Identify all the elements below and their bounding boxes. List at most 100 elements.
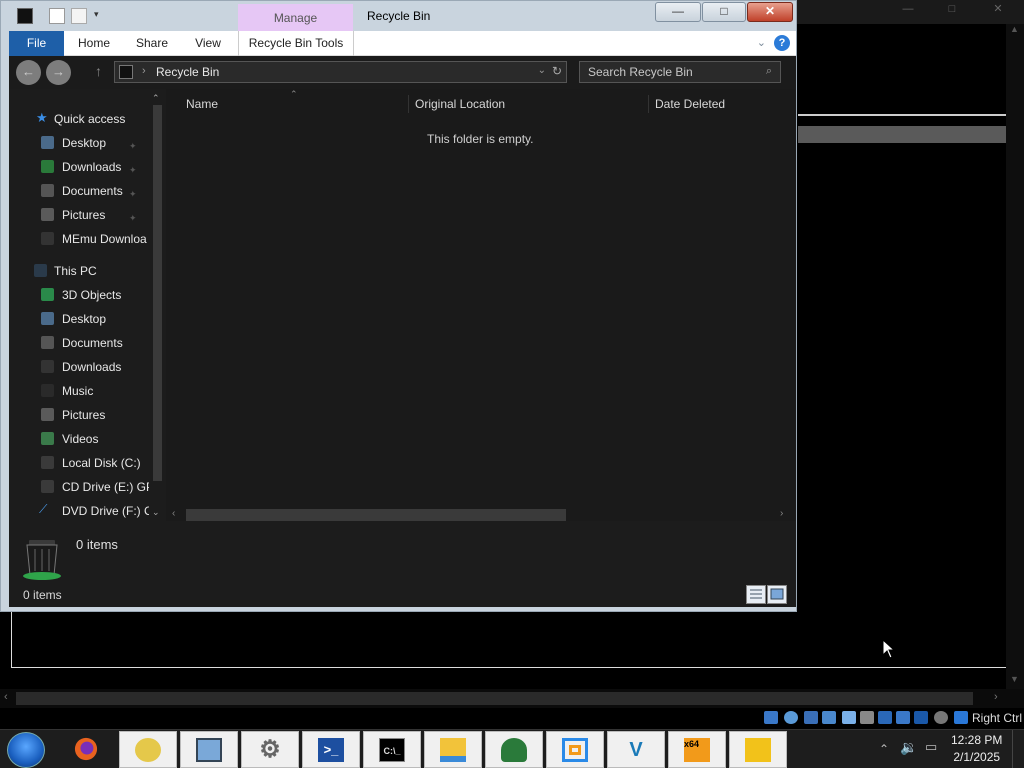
scroll-left-icon[interactable]: ‹ (4, 691, 8, 703)
taskbar-powershell[interactable]: >_ (302, 731, 360, 768)
sidebar-item-quick-access[interactable]: ★ Quick access (9, 108, 149, 130)
vm-recording-icon[interactable] (896, 711, 910, 724)
large-icons-view-icon[interactable] (767, 585, 787, 604)
help-icon[interactable]: ? (774, 35, 790, 51)
vmware-icon (562, 738, 588, 762)
taskbar-x64-app[interactable]: x64 (668, 731, 726, 768)
vm-shared-folder-icon[interactable] (860, 711, 874, 724)
taskbar-settings[interactable]: ⚙ (241, 731, 299, 768)
scroll-down-icon[interactable]: ⌄ (152, 507, 160, 518)
breadcrumb[interactable]: Recycle Bin (156, 65, 219, 79)
taskbar-firefox[interactable] (58, 731, 116, 768)
scroll-up-icon[interactable]: ⌃ (152, 93, 160, 104)
gear-icon: ⚙ (259, 736, 281, 763)
taskbar-cmd[interactable]: C:\_ (363, 731, 421, 768)
tab-view[interactable]: View (185, 31, 231, 56)
scroll-down-icon[interactable]: ▼ (1010, 674, 1019, 684)
taskbar-vs-app[interactable]: V (607, 731, 665, 768)
column-divider[interactable] (648, 95, 649, 113)
show-desktop-button[interactable] (1012, 730, 1024, 768)
navigation-pane-scrollbar[interactable]: ⌃ ⌄ (149, 89, 166, 521)
tab-manage[interactable]: Manage (238, 4, 353, 32)
vm-display-icon[interactable] (878, 711, 892, 724)
close-button[interactable]: ✕ (747, 2, 793, 22)
system-clock[interactable]: 12:28 PM 2/1/2025 (951, 732, 1002, 766)
vm-keyboard-icon[interactable] (954, 711, 968, 724)
sidebar-item-this-pc[interactable]: This PC (9, 260, 149, 282)
powershell-icon: >_ (318, 738, 344, 762)
vm-optical-icon[interactable] (784, 711, 798, 724)
vm-audio-icon[interactable] (804, 711, 818, 724)
breadcrumb-separator-icon[interactable]: › (142, 65, 146, 77)
file-list[interactable]: ⌃ Name Original Location Date Deleted Th… (166, 89, 796, 523)
tab-share[interactable]: Share (129, 31, 175, 56)
search-input[interactable]: Search Recycle Bin ⌕ (579, 61, 781, 83)
title-bar[interactable]: ▾ Manage Recycle Bin — □ ✕ (1, 1, 796, 32)
vm-usb-icon[interactable] (842, 711, 856, 724)
taskbar-network-app[interactable] (485, 731, 543, 768)
vm-network-icon[interactable] (822, 711, 836, 724)
tab-file[interactable]: File (9, 31, 64, 56)
sidebar-item-local-disk-c[interactable]: Local Disk (C:) (9, 452, 149, 474)
details-view-icon[interactable] (746, 585, 766, 604)
volume-icon[interactable]: 🔉 (900, 739, 917, 756)
customize-toolbar-icon[interactable]: ▾ (94, 9, 99, 20)
new-folder-icon[interactable] (71, 8, 87, 24)
taskbar-computer-manager[interactable] (180, 731, 238, 768)
sidebar-item-cd-drive-e[interactable]: CD Drive (E:) GPa (9, 476, 149, 498)
refresh-icon[interactable]: ↻ (552, 64, 562, 78)
background-maximize-button[interactable]: □ (930, 2, 974, 16)
column-header-name[interactable]: Name (186, 97, 218, 111)
sidebar-item-pc-downloads[interactable]: Downloads (9, 356, 149, 378)
vm-mouse-icon[interactable] (934, 711, 948, 724)
column-header-date-deleted[interactable]: Date Deleted (655, 97, 725, 111)
scroll-right-icon[interactable]: › (994, 691, 998, 703)
vm-horizontal-scrollbar[interactable]: ‹ › (0, 689, 1024, 708)
sidebar-item-dvd-drive-f[interactable]: ⟋ DVD Drive (F:) CC (9, 500, 149, 521)
sidebar-item-3d-objects[interactable]: 3D Objects (9, 284, 149, 306)
sidebar-item-desktop[interactable]: Desktop ✦ (9, 132, 149, 154)
back-button[interactable]: ← (16, 60, 41, 85)
tab-home[interactable]: Home (71, 31, 117, 56)
sidebar-item-documents[interactable]: Documents ✦ (9, 180, 149, 202)
scroll-up-icon[interactable]: ▲ (1010, 24, 1019, 34)
maximize-button[interactable]: □ (702, 2, 746, 22)
scrollbar-thumb[interactable] (16, 692, 973, 705)
scroll-right-icon[interactable]: › (780, 508, 783, 519)
scroll-left-icon[interactable]: ‹ (172, 508, 175, 519)
sidebar-item-pictures[interactable]: Pictures ✦ (9, 204, 149, 226)
expand-ribbon-icon[interactable]: ⌄ (757, 36, 766, 49)
forward-button[interactable]: → (46, 60, 71, 85)
scrollbar-thumb[interactable] (153, 105, 162, 481)
taskbar-vmware[interactable] (546, 731, 604, 768)
sidebar-item-music[interactable]: Music (9, 380, 149, 402)
background-close-button[interactable]: ✕ (976, 2, 1020, 16)
sidebar-item-videos[interactable]: Videos (9, 428, 149, 450)
taskbar-bee-app[interactable] (119, 731, 177, 768)
properties-icon[interactable] (49, 8, 65, 24)
address-dropdown-icon[interactable]: ⌄ (538, 65, 546, 76)
sidebar-item-pc-documents[interactable]: Documents (9, 332, 149, 354)
tab-recycle-bin-tools[interactable]: Recycle Bin Tools (238, 31, 354, 56)
search-icon[interactable]: ⌕ (766, 65, 772, 78)
sidebar-item-pc-pictures[interactable]: Pictures (9, 404, 149, 426)
address-bar[interactable]: › Recycle Bin ⌄ ↻ (114, 61, 567, 83)
explorer-window: ▾ Manage Recycle Bin — □ ✕ File Home Sha… (0, 0, 797, 612)
column-header-original-location[interactable]: Original Location (415, 97, 505, 111)
start-button[interactable] (7, 732, 45, 768)
sidebar-item-pc-desktop[interactable]: Desktop (9, 308, 149, 330)
minimize-button[interactable]: — (655, 2, 701, 22)
up-button[interactable]: ↑ (95, 63, 102, 79)
vm-disk-icon[interactable] (764, 711, 778, 724)
show-hidden-icons-icon[interactable]: ⌃ (879, 742, 889, 756)
taskbar-puzzle-app[interactable] (729, 731, 787, 768)
background-minimize-button[interactable]: — (886, 2, 930, 16)
sidebar-item-downloads[interactable]: Downloads ✦ (9, 156, 149, 178)
taskbar-file-explorer[interactable] (424, 731, 482, 768)
column-divider[interactable] (408, 95, 409, 113)
vm-vertical-scrollbar[interactable]: ▲ ▼ (1006, 24, 1024, 689)
network-status-icon[interactable]: ▭ (925, 739, 937, 755)
vm-cpu-icon[interactable] (914, 711, 928, 724)
file-list-horizontal-scrollbar[interactable]: ‹ › (166, 507, 796, 523)
sidebar-item-memu-downloads[interactable]: MEmu Downloa (9, 228, 149, 250)
